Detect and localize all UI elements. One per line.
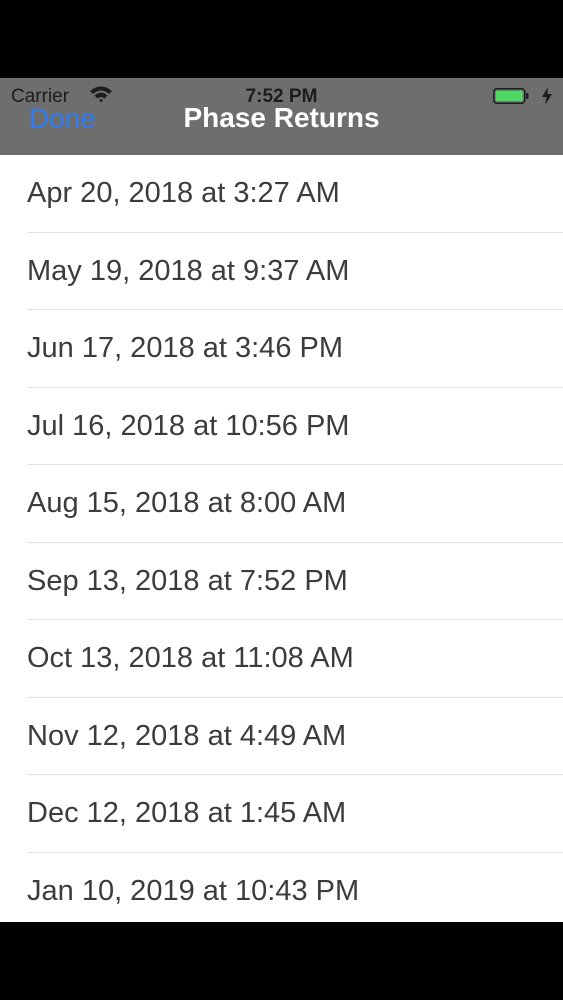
list-item-label: Sep 13, 2018 at 7:52 PM [27, 564, 348, 597]
app-screen: Carrier 7:52 PM Done Phase Returns Apr 2… [0, 78, 563, 922]
list-item[interactable]: Oct 13, 2018 at 11:08 AM [0, 620, 563, 698]
list-item[interactable]: Jul 16, 2018 at 10:56 PM [0, 388, 563, 465]
list-item[interactable]: Sep 13, 2018 at 7:52 PM [0, 543, 563, 620]
list-item-label: Jan 10, 2019 at 10:43 PM [27, 874, 360, 907]
list-item-label: Apr 20, 2018 at 3:27 AM [27, 177, 340, 209]
list-item-label: Jul 16, 2018 at 10:56 PM [27, 409, 350, 442]
list-item-label: Aug 15, 2018 at 8:00 AM [27, 487, 347, 519]
list-item-label: Nov 12, 2018 at 4:49 AM [27, 719, 347, 752]
list-item[interactable]: May 19, 2018 at 9:37 AM [0, 233, 563, 310]
navigation-bar: Carrier 7:52 PM Done Phase Returns [0, 78, 563, 155]
list-item[interactable]: Nov 12, 2018 at 4:49 AM [0, 698, 563, 775]
top-letterbox [0, 0, 563, 78]
list-item[interactable]: Dec 12, 2018 at 1:45 AM [0, 775, 563, 853]
page-title: Phase Returns [183, 102, 380, 133]
list-item[interactable]: Jun 17, 2018 at 3:46 PM [0, 310, 563, 388]
list-item[interactable]: Apr 20, 2018 at 3:27 AM [0, 155, 563, 233]
list-item-label: Dec 12, 2018 at 1:45 AM [27, 797, 347, 829]
list-item[interactable]: Aug 15, 2018 at 8:00 AM [0, 465, 563, 543]
phase-returns-list: Apr 20, 2018 at 3:27 AM May 19, 2018 at … [0, 155, 563, 922]
list-item[interactable]: Jan 10, 2019 at 10:43 PM [0, 853, 563, 923]
list-item-label: May 19, 2018 at 9:37 AM [27, 254, 350, 287]
list-item-label: Oct 13, 2018 at 11:08 AM [27, 642, 354, 674]
bottom-letterbox [0, 922, 563, 1000]
list-item-label: Jun 17, 2018 at 3:46 PM [27, 332, 343, 364]
